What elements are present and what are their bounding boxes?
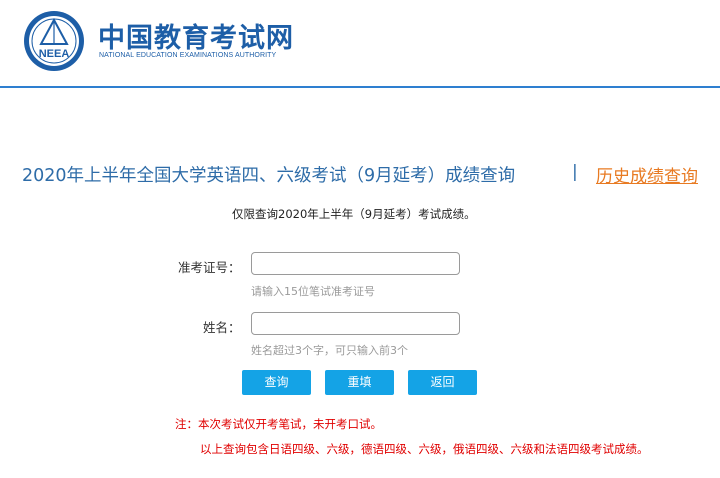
site-subtitle: NATIONAL EDUCATION EXAMINATIONS AUTHORIT… [99,52,277,59]
title-separator: | [572,162,578,182]
query-scope-note: 仅限查询2020年上半年（9月延考）考试成绩。 [232,207,476,221]
logo-text: NEEA [39,48,70,60]
page-title: 2020年上半年全国大学英语四、六级考试（9月延考）成绩查询 [22,166,516,186]
exam-note: 注：本次考试仅开考笔试，未开考口试。 [175,417,382,431]
site-name[interactable]: 中国教育考试网 [98,16,294,55]
query-button[interactable]: 查询 [242,370,311,395]
ticket-number-label: 准考证号： [178,260,241,275]
name-hint: 姓名超过3个字，可只输入前3个 [251,344,408,357]
reset-button[interactable]: 重填 [325,370,394,395]
site-header: NEEA 中国教育考试网 NATIONAL EDUCATION EXAMINAT… [0,0,720,86]
languages-note: 以上查询包含日语四级、六级，德语四级、六级，俄语四级、六级和法语四级考试成绩。 [200,442,649,456]
neea-logo-icon[interactable]: NEEA [23,10,85,72]
ticket-number-hint: 请输入15位笔试准考证号 [251,285,375,298]
name-label: 姓名： [203,320,241,335]
name-input[interactable] [251,312,460,335]
ticket-number-input[interactable] [251,252,460,275]
header-divider [0,86,720,88]
history-scores-link[interactable]: 历史成绩查询 [596,162,698,187]
back-button[interactable]: 返回 [408,370,477,395]
